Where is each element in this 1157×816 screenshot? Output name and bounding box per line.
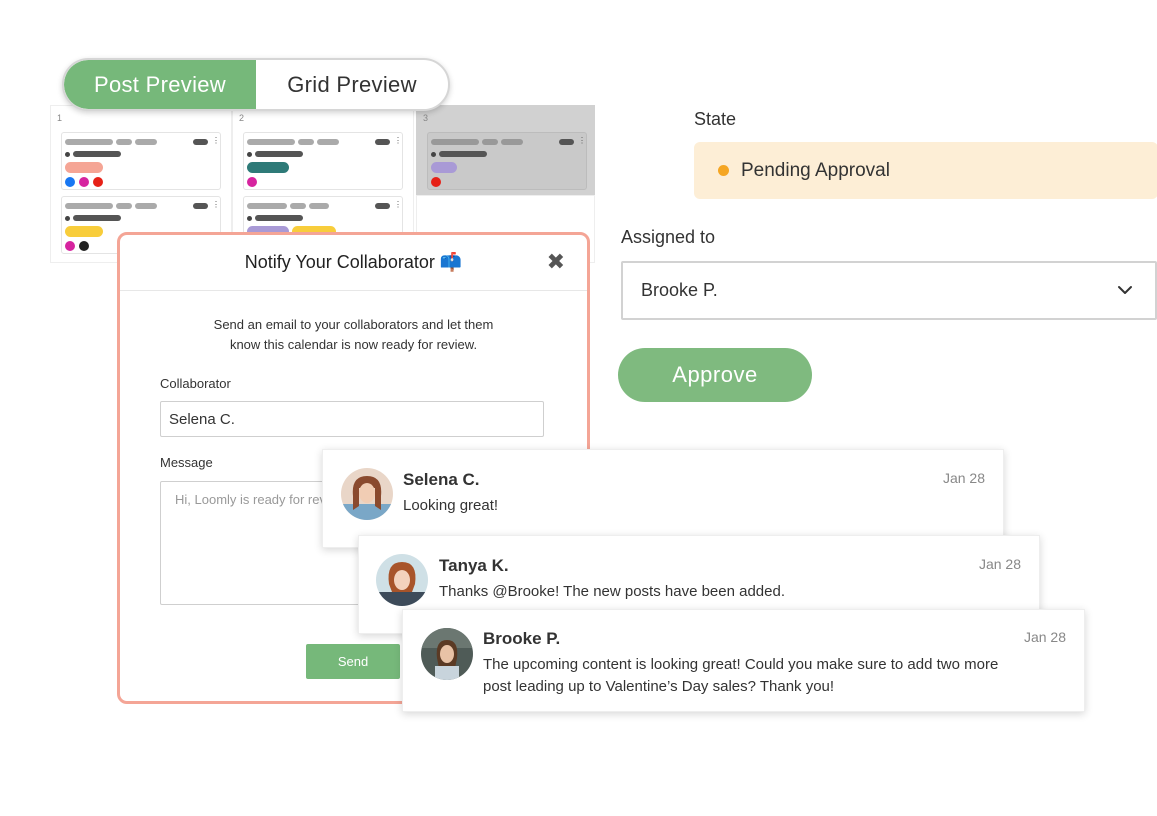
comment-text: The upcoming content is looking great! C… [483, 654, 998, 698]
grid-preview-tab[interactable]: Grid Preview [256, 60, 448, 109]
comment-text-line: post leading up to Valentine’s Day sales… [483, 678, 835, 695]
state-label: State [694, 109, 737, 129]
instagram-icon [79, 177, 89, 187]
day-number: 2 [239, 113, 245, 123]
collaborator-label: Collaborator [160, 376, 231, 391]
youtube-icon [431, 177, 441, 187]
day-number: 3 [423, 113, 429, 123]
more-icon[interactable]: ⋮ [212, 137, 220, 145]
comment-card: Selena C. Jan 28 Looking great! [322, 449, 1004, 548]
more-icon[interactable]: ⋮ [578, 137, 586, 145]
comment-text: Looking great! [403, 497, 499, 514]
assignee-value: Brooke P. [641, 280, 718, 300]
send-button[interactable]: Send [306, 644, 400, 679]
intro-line: Send an email to your collaborators and … [213, 317, 494, 332]
comment-date: Jan 28 [1023, 629, 1066, 645]
avatar [341, 468, 393, 520]
dialog-title: Notify Your Collaborator 📫 [120, 235, 587, 291]
post-card[interactable]: ⋮ [61, 132, 221, 190]
comment-text-line: The upcoming content is looking great! C… [483, 656, 999, 673]
instagram-icon [247, 177, 257, 187]
facebook-icon [65, 177, 75, 187]
collaborator-select[interactable]: Selena C. [160, 401, 544, 437]
comment-author: Tanya K. [439, 556, 509, 575]
more-icon[interactable]: ⋮ [394, 201, 402, 209]
comment-text: Thanks @Brooke! The new posts have been … [439, 583, 786, 600]
approve-button[interactable]: Approve [618, 348, 812, 402]
more-icon[interactable]: ⋮ [394, 137, 402, 145]
dialog-intro: Send an email to your collaborators and … [120, 315, 587, 355]
message-label: Message [160, 455, 213, 470]
day-number: 1 [57, 113, 63, 123]
state-badge: Pending Approval [694, 142, 1157, 199]
comment-date: Jan 28 [978, 556, 1021, 572]
calendar-day-3[interactable]: 3 ⋮ [416, 105, 595, 195]
chevron-down-icon [1118, 286, 1132, 294]
assignee-dropdown[interactable]: Brooke P. [621, 261, 1157, 320]
intro-line: know this calendar is now ready for revi… [229, 337, 478, 352]
youtube-icon [93, 177, 103, 187]
instagram-icon [65, 241, 75, 251]
avatar [376, 554, 428, 606]
close-icon[interactable]: ✖ [547, 251, 565, 273]
x-icon [79, 241, 89, 251]
preview-toggle: Post Preview Grid Preview [62, 58, 450, 111]
post-preview-tab[interactable]: Post Preview [64, 60, 256, 109]
avatar [421, 628, 473, 680]
status-dot-icon [718, 165, 729, 176]
comment-author: Selena C. [403, 470, 480, 489]
post-card[interactable]: ⋮ [427, 132, 587, 190]
collaborator-value: Selena C. [169, 410, 235, 428]
post-card[interactable]: ⋮ [243, 132, 403, 190]
state-value: Pending Approval [741, 159, 890, 181]
more-icon[interactable]: ⋮ [212, 201, 220, 209]
comment-card: Brooke P. Jan 28 The upcoming content is… [402, 609, 1085, 712]
comment-date: Jan 28 [942, 470, 985, 486]
assigned-to-label: Assigned to [621, 227, 716, 247]
comment-author: Brooke P. [483, 629, 561, 648]
